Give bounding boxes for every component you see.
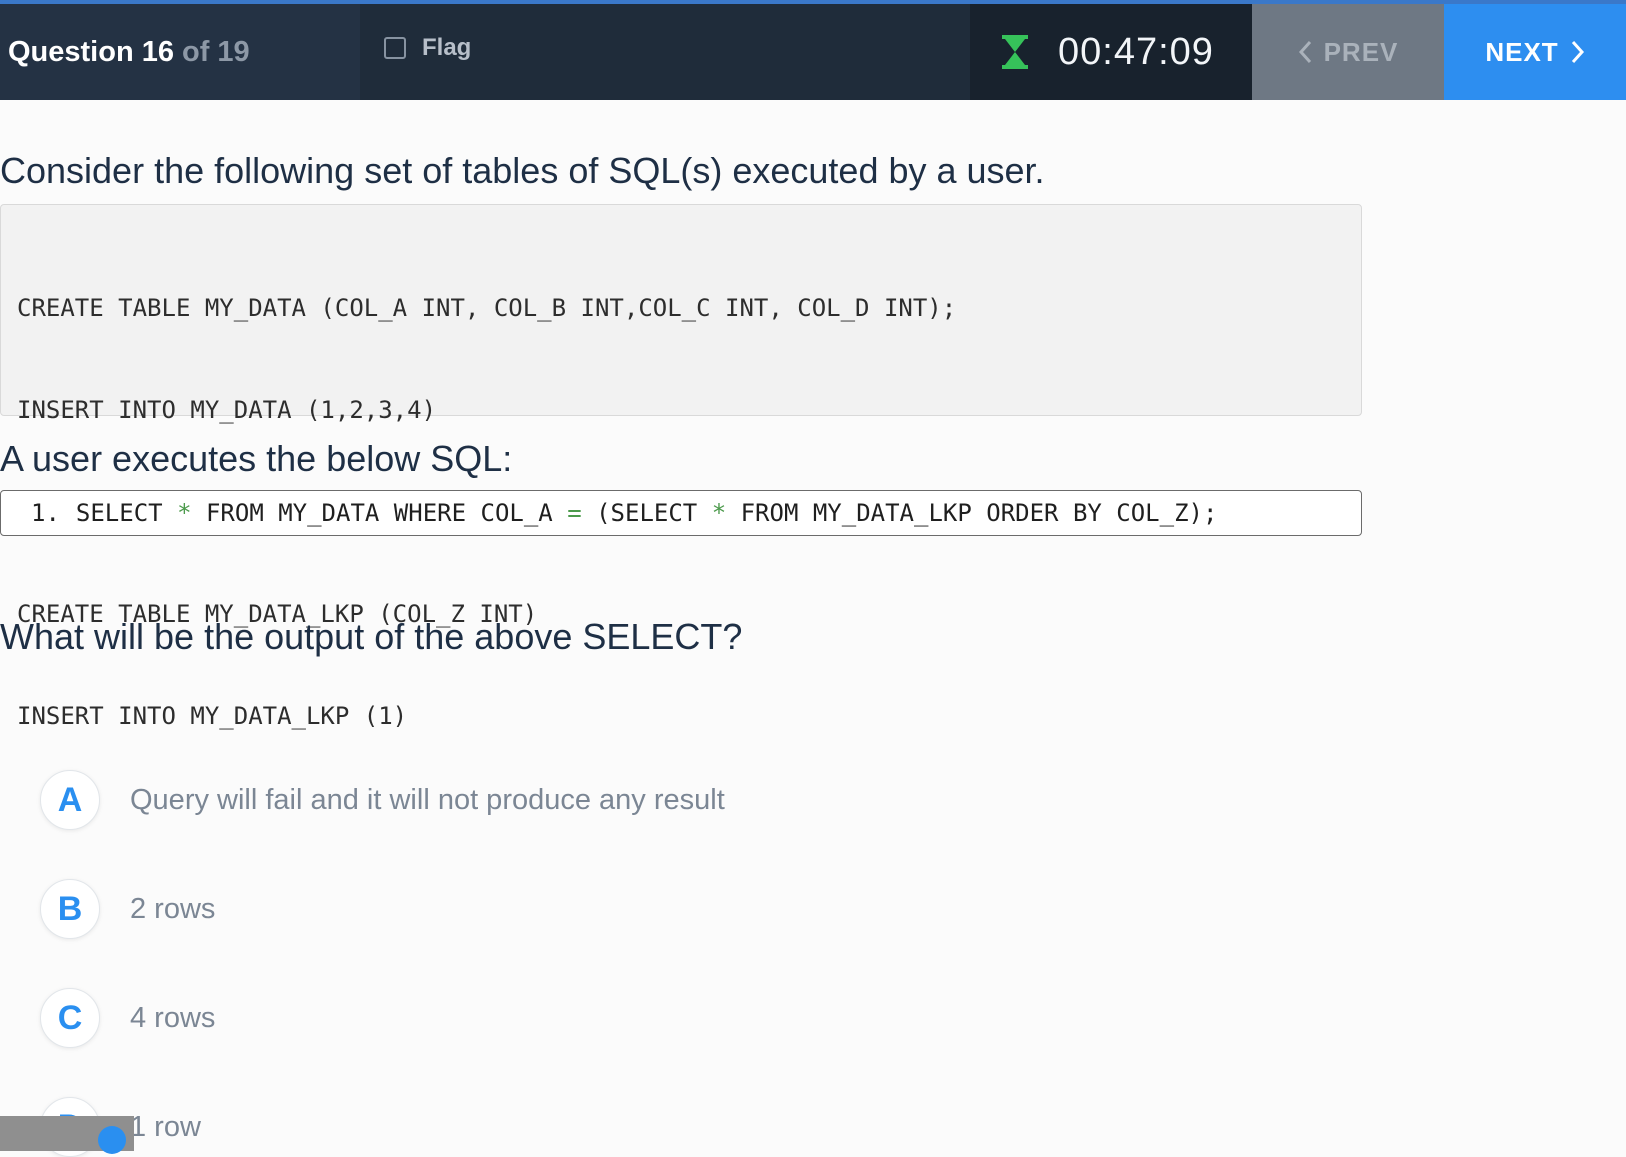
- code-line: INSERT INTO MY_DATA (1,2,3,4): [17, 396, 437, 424]
- question-ask: What will be the output of the above SEL…: [0, 616, 743, 657]
- timer: 00:47:09: [970, 4, 1252, 100]
- webcam-overlay: [0, 1116, 134, 1154]
- timer-value: 00:47:09: [1058, 30, 1214, 73]
- flag-checkbox-icon[interactable]: [384, 37, 406, 59]
- code-line: CREATE TABLE MY_DATA (COL_A INT, COL_B I…: [17, 294, 957, 322]
- sql-code-block: CREATE TABLE MY_DATA (COL_A INT, COL_B I…: [0, 204, 1362, 730]
- option-a[interactable]: A Query will fail and it will not produc…: [40, 770, 725, 830]
- line-number: 1.: [31, 499, 60, 527]
- option-text[interactable]: 1 row: [130, 1111, 201, 1144]
- option-c[interactable]: C 4 rows: [40, 988, 215, 1048]
- option-letter[interactable]: B: [40, 879, 100, 939]
- check-badge-icon: [98, 1126, 126, 1154]
- code-line: INSERT INTO MY_DATA_LKP (1): [17, 702, 408, 730]
- sql-statement: 1. SELECT * FROM MY_DATA WHERE COL_A = (…: [0, 490, 1362, 536]
- option-text[interactable]: Query will fail and it will not produce …: [130, 784, 725, 817]
- hourglass-icon: [1002, 35, 1028, 69]
- prev-button-label: PREV: [1323, 36, 1399, 67]
- option-text[interactable]: 4 rows: [130, 1002, 215, 1035]
- flag-label: Flag: [422, 34, 472, 61]
- sql-part: FROM MY_DATA WHERE COL_A: [191, 499, 568, 527]
- prev-button[interactable]: PREV: [1252, 4, 1444, 100]
- question-intro: Consider the following set of tables of …: [0, 150, 1045, 191]
- sql-part: (SELECT: [581, 499, 712, 527]
- top-bar: Question 16 of 19 Flag 00:47:09 PREV NEX…: [0, 0, 1626, 100]
- chevron-left-icon: [1298, 40, 1311, 64]
- sql-operator: *: [711, 499, 727, 527]
- question-number: Question 16: [8, 35, 174, 68]
- sql-operator: *: [177, 499, 192, 527]
- execute-prompt: A user executes the below SQL:: [0, 438, 513, 479]
- sql-part: FROM MY_DATA_LKP ORDER BY COL_Z);: [726, 499, 1218, 527]
- next-button-label: NEXT: [1485, 36, 1559, 67]
- chevron-right-icon: [1571, 40, 1584, 64]
- flag-toggle[interactable]: Flag: [384, 34, 471, 62]
- option-text[interactable]: 2 rows: [130, 893, 215, 926]
- question-counter: Question 16 of 19: [0, 4, 360, 100]
- option-b[interactable]: B 2 rows: [40, 879, 215, 939]
- option-letter[interactable]: C: [40, 988, 100, 1048]
- sql-operator: =: [567, 499, 582, 527]
- sql-part: SELECT: [75, 499, 178, 527]
- next-button[interactable]: NEXT: [1444, 4, 1626, 100]
- question-total: of 19: [182, 35, 250, 68]
- option-letter[interactable]: A: [40, 770, 100, 830]
